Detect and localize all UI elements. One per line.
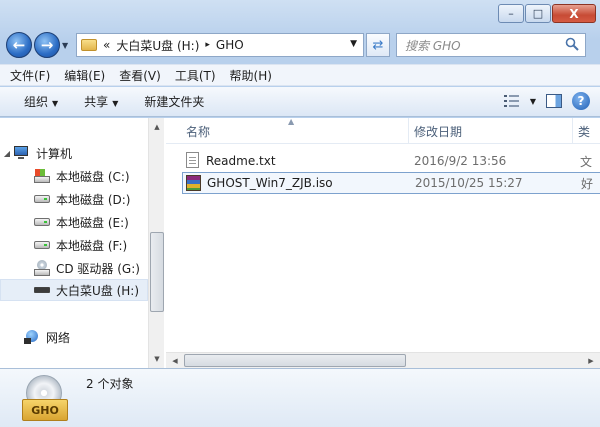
toolbar-right: ▼ ?	[503, 92, 590, 110]
address-overflow[interactable]: «	[103, 38, 110, 52]
menu-help[interactable]: 帮助(H)	[230, 67, 272, 84]
search-icon	[565, 37, 579, 51]
thumbnail-label: GHO	[22, 399, 68, 421]
file-date: 2016/9/2 13:56	[414, 154, 507, 168]
share-label: 共享	[84, 95, 109, 109]
preview-pane-icon[interactable]	[546, 94, 562, 108]
scroll-down-icon[interactable]: ▼	[151, 352, 163, 366]
tree-item-drive-d[interactable]: 本地磁盘 (D:)	[0, 188, 148, 210]
network-icon	[24, 330, 40, 344]
refresh-icon: ⇄	[372, 37, 384, 53]
scroll-up-icon[interactable]: ▲	[151, 120, 163, 134]
file-name: Readme.txt	[206, 154, 276, 168]
sort-ascending-icon: ▲	[288, 117, 295, 126]
computer-icon	[14, 146, 30, 160]
file-row-iso[interactable]: GHOST_Win7_ZJB.iso 2015/10/25 15:27 好	[182, 172, 600, 194]
column-date-modified[interactable]: 修改日期	[414, 123, 462, 140]
chevron-down-icon: ▼	[112, 99, 119, 108]
organize-button[interactable]: 组织 ▼	[24, 93, 58, 110]
archive-file-icon	[186, 175, 201, 191]
file-type: 好	[581, 176, 594, 191]
explorer-window: – □ X ← → ▼ « 大白菜U盘 (H:) ▸ GHO ▼ ⇄ 搜索 GH…	[0, 0, 600, 427]
navigation-scrollbar[interactable]: ▲ ▼	[148, 118, 164, 368]
view-chevron-down-icon[interactable]: ▼	[530, 97, 536, 106]
folder-thumbnail-icon: GHO	[22, 375, 68, 423]
address-dropdown-icon[interactable]: ▼	[350, 39, 357, 49]
forward-button[interactable]: →	[34, 32, 60, 58]
navigation-tree: ◢ 计算机 本地磁盘 (C:) 本地磁盘 (D:) 本地磁盘 (E:) 本地磁盘…	[0, 118, 148, 368]
tree-item-network[interactable]: 网络	[0, 326, 148, 348]
menu-view[interactable]: 查看(V)	[119, 67, 161, 84]
tree-item-label: 本地磁盘 (E:)	[56, 215, 129, 230]
usb-drive-icon	[34, 287, 50, 293]
view-options-icon[interactable]	[503, 94, 520, 108]
os-drive-icon	[34, 169, 50, 183]
tree-item-computer[interactable]: ◢ 计算机	[0, 142, 148, 164]
breadcrumb-usb-drive[interactable]: 大白菜U盘 (H:)	[116, 37, 199, 54]
column-divider[interactable]	[572, 118, 573, 144]
maximize-button[interactable]: □	[525, 4, 551, 23]
address-bar[interactable]: « 大白菜U盘 (H:) ▸ GHO ▼	[76, 33, 364, 57]
navigation-bar: ← → ▼ « 大白菜U盘 (H:) ▸ GHO ▼ ⇄ 搜索 GHO	[6, 30, 596, 60]
column-header-row: ▲ 名称 修改日期 类	[166, 117, 600, 144]
file-type: 文	[580, 154, 593, 169]
column-type[interactable]: 类	[578, 123, 590, 140]
folder-icon	[81, 39, 97, 51]
file-list-horizontal-scrollbar[interactable]: ◀ ▶	[166, 352, 600, 368]
drive-icon	[34, 241, 50, 249]
scroll-thumb[interactable]	[184, 354, 406, 367]
menu-bar: 文件(F) 编辑(E) 查看(V) 工具(T) 帮助(H)	[0, 64, 600, 86]
main-area: ◢ 计算机 本地磁盘 (C:) 本地磁盘 (D:) 本地磁盘 (E:) 本地磁盘…	[0, 117, 600, 368]
menu-file[interactable]: 文件(F)	[10, 67, 50, 84]
text-file-icon	[186, 152, 199, 168]
item-count: 2 个对象	[86, 377, 134, 391]
organize-label: 组织	[24, 95, 49, 109]
tree-item-drive-g[interactable]: CD 驱动器 (G:)	[0, 257, 148, 279]
tree-item-drive-e[interactable]: 本地磁盘 (E:)	[0, 211, 148, 233]
menu-tools[interactable]: 工具(T)	[175, 67, 216, 84]
command-bar: 组织 ▼ 共享 ▼ 新建文件夹 ▼ ?	[0, 87, 600, 117]
tree-item-label: 网络	[46, 330, 71, 345]
scroll-right-icon[interactable]: ▶	[584, 354, 598, 368]
column-name[interactable]: 名称	[186, 123, 210, 140]
tree-item-drive-h[interactable]: 大白菜U盘 (H:)	[0, 279, 148, 301]
refresh-button[interactable]: ⇄	[366, 33, 390, 57]
tree-item-label: 大白菜U盘 (H:)	[56, 283, 140, 298]
search-input[interactable]: 搜索 GHO	[405, 37, 461, 54]
file-name: GHOST_Win7_ZJB.iso	[207, 176, 333, 190]
scroll-left-icon[interactable]: ◀	[168, 354, 182, 368]
cd-drive-icon	[34, 260, 50, 276]
column-divider[interactable]	[408, 118, 409, 144]
search-box[interactable]: 搜索 GHO	[396, 33, 586, 57]
collapse-arrow-icon[interactable]: ◢	[0, 149, 14, 158]
tree-item-label: CD 驱动器 (G:)	[56, 261, 140, 276]
drive-icon	[34, 218, 50, 226]
tree-item-label: 计算机	[36, 146, 73, 161]
recent-pages-chevron-icon[interactable]: ▼	[62, 41, 72, 50]
back-button[interactable]: ←	[6, 32, 32, 58]
close-button[interactable]: X	[552, 4, 596, 23]
scroll-thumb[interactable]	[150, 232, 164, 312]
new-folder-button[interactable]: 新建文件夹	[144, 93, 204, 110]
minimize-button[interactable]: –	[498, 4, 524, 23]
chevron-down-icon: ▼	[52, 99, 59, 108]
tree-item-drive-f[interactable]: 本地磁盘 (F:)	[0, 234, 148, 256]
breadcrumb-gho[interactable]: GHO	[216, 38, 244, 52]
tree-item-drive-c[interactable]: 本地磁盘 (C:)	[0, 165, 148, 187]
tree-item-label: 本地磁盘 (F:)	[56, 238, 128, 253]
file-date: 2015/10/25 15:27	[415, 176, 523, 190]
file-row-readme[interactable]: Readme.txt 2016/9/2 13:56 文	[182, 150, 600, 172]
help-button[interactable]: ?	[572, 92, 590, 110]
menu-edit[interactable]: 编辑(E)	[64, 67, 105, 84]
file-list: ▲ 名称 修改日期 类 Readme.txt 2016/9/2 13:56 文 …	[166, 117, 600, 368]
share-button[interactable]: 共享 ▼	[84, 93, 118, 110]
navigation-pane: ◢ 计算机 本地磁盘 (C:) 本地磁盘 (D:) 本地磁盘 (E:) 本地磁盘…	[0, 118, 164, 368]
tree-item-label: 本地磁盘 (D:)	[56, 192, 131, 207]
details-pane: GHO 2 个对象	[0, 368, 600, 427]
caption-buttons: – □ X	[498, 4, 596, 23]
tree-item-label: 本地磁盘 (C:)	[56, 169, 130, 184]
drive-icon	[34, 195, 50, 203]
breadcrumb-separator-icon[interactable]: ▸	[205, 40, 210, 50]
